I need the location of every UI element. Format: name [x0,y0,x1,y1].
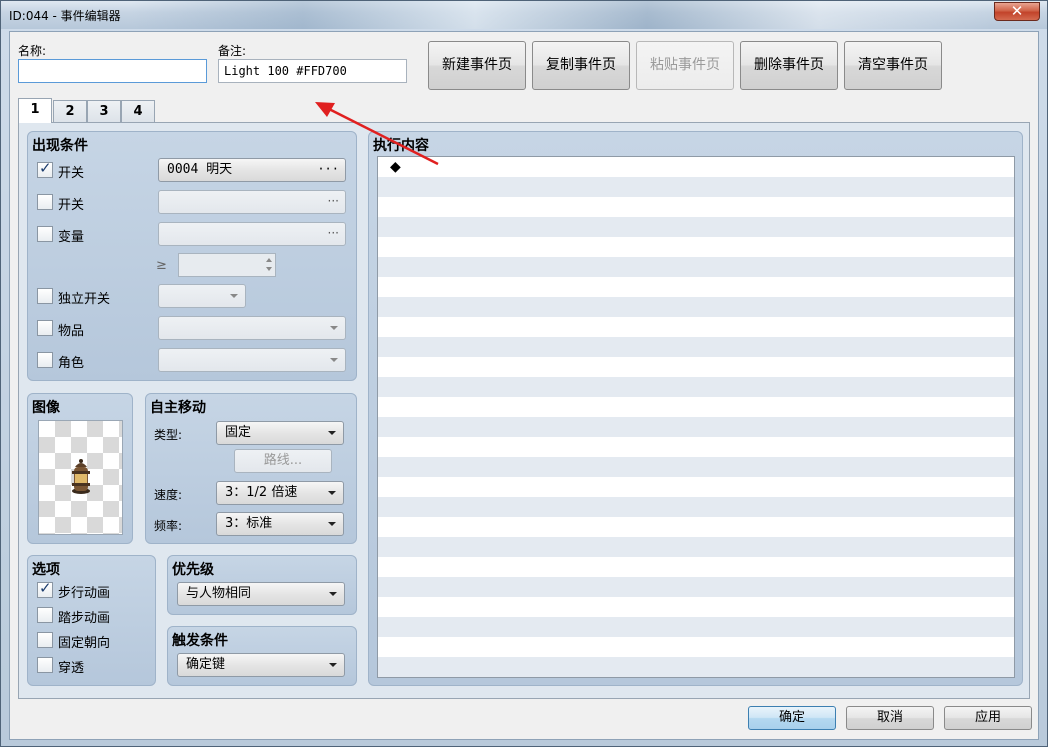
annotation-arrow [315,102,439,166]
event-editor-window: ID:044 - 事件编辑器 ✕ 名称: 备注: Light 100 #FFD7… [0,0,1048,747]
tab-page-1[interactable]: 1 [18,98,52,123]
